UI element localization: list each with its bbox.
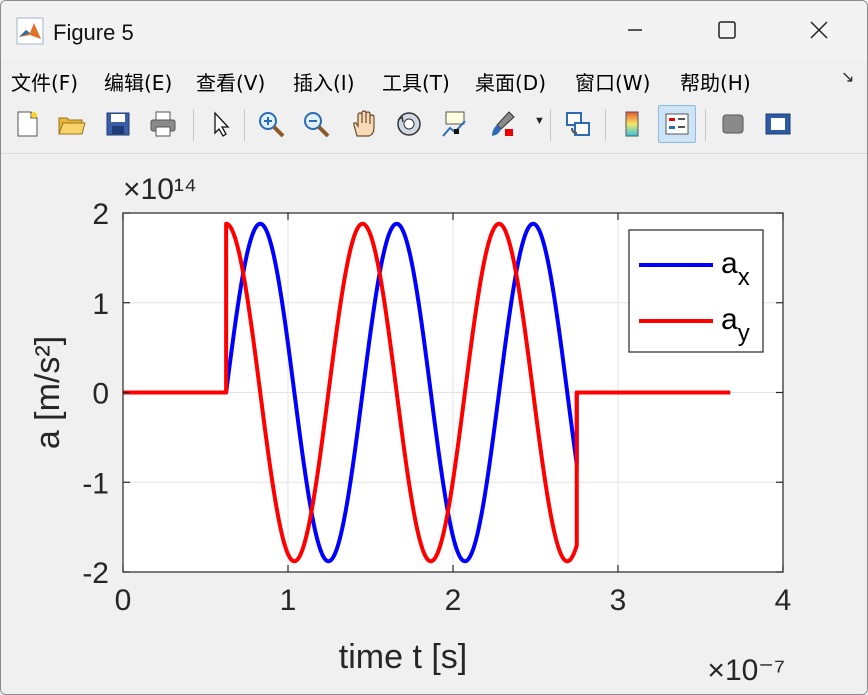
x-tick-label: 1 <box>280 584 297 617</box>
arrow-dock-icon[interactable]: ↘ <box>841 67 854 87</box>
x-exponent-label: ×10⁻⁷ <box>707 654 785 687</box>
toolbar-separator <box>244 109 245 141</box>
y-tick-label: 1 <box>92 288 109 321</box>
rotate-3d-icon[interactable] <box>390 105 428 143</box>
menu-desktop[interactable]: 桌面(D) <box>475 67 546 96</box>
new-figure-icon[interactable] <box>8 105 46 143</box>
x-axis-label: time t [s] <box>339 638 467 676</box>
maximize-button[interactable] <box>699 9 755 51</box>
x-tick-label: 4 <box>775 584 792 617</box>
line-chart[interactable]: 0 1 2 3 4 2 1 0 -1 -2 ×10¹⁴ ×10⁻⁷ time t [s] a [m/s²]… <box>1 154 867 694</box>
minimize-icon <box>628 29 642 31</box>
pointer-icon[interactable] <box>201 105 239 143</box>
toolbar-separator <box>193 109 194 141</box>
figure-window: Figure 5 文件(F) 编辑(E) 查看(V) 插入(I) 工具(T) 桌… <box>0 0 868 695</box>
toolbar-separator <box>705 109 706 141</box>
open-folder-icon[interactable] <box>52 105 90 143</box>
x-tick-label: 3 <box>610 584 627 617</box>
menu-insert[interactable]: 插入(I) <box>293 67 355 96</box>
legend-icon[interactable] <box>658 105 696 143</box>
menu-view[interactable]: 查看(V) <box>196 67 265 96</box>
title-bar[interactable]: Figure 5 <box>1 1 867 59</box>
brush-dropdown-icon[interactable]: ▼ <box>534 115 545 127</box>
menu-window[interactable]: 窗口(W) <box>575 67 650 96</box>
save-icon[interactable] <box>99 105 137 143</box>
menu-help[interactable]: 帮助(H) <box>680 67 751 96</box>
y-tick-label: 0 <box>92 378 109 411</box>
zoom-in-icon[interactable] <box>252 105 290 143</box>
show-plot-tools-icon[interactable] <box>759 105 797 143</box>
figure-toolbar: ▼ <box>1 99 867 154</box>
y-tick-label: 2 <box>92 198 109 231</box>
link-plot-icon[interactable] <box>559 105 597 143</box>
window-title: Figure 5 <box>53 20 134 45</box>
menu-tools[interactable]: 工具(T) <box>382 67 450 96</box>
menu-bar: 文件(F) 编辑(E) 查看(V) 插入(I) 工具(T) 桌面(D) 窗口(W… <box>1 59 867 99</box>
toolbar-separator <box>605 109 606 141</box>
brush-icon[interactable] <box>483 105 521 143</box>
y-axis-label: a [m/s²] <box>29 336 67 449</box>
y-tick-label: -2 <box>82 557 109 590</box>
close-button[interactable] <box>791 9 847 51</box>
x-tick-label: 0 <box>115 584 132 617</box>
x-tick-label: 2 <box>445 584 462 617</box>
menu-file[interactable]: 文件(F) <box>11 67 78 96</box>
print-icon[interactable] <box>144 105 182 143</box>
zoom-out-icon[interactable] <box>297 105 335 143</box>
figure-canvas[interactable]: 0 1 2 3 4 2 1 0 -1 -2 ×10¹⁴ ×10⁻⁷ time t [s] a [m/s²]… <box>1 154 867 694</box>
matlab-logo-icon <box>16 17 44 45</box>
colorbar-icon[interactable] <box>613 105 651 143</box>
hide-plot-tools-icon[interactable] <box>714 105 752 143</box>
y-exponent-label: ×10¹⁴ <box>123 173 197 206</box>
y-tick-label: -1 <box>82 467 109 500</box>
toolbar-separator <box>550 109 551 141</box>
maximize-icon <box>718 21 736 39</box>
menu-edit[interactable]: 编辑(E) <box>104 67 172 96</box>
data-cursor-icon[interactable] <box>436 105 474 143</box>
minimize-button[interactable] <box>607 9 663 51</box>
close-icon <box>810 21 828 39</box>
pan-hand-icon[interactable] <box>344 105 382 143</box>
